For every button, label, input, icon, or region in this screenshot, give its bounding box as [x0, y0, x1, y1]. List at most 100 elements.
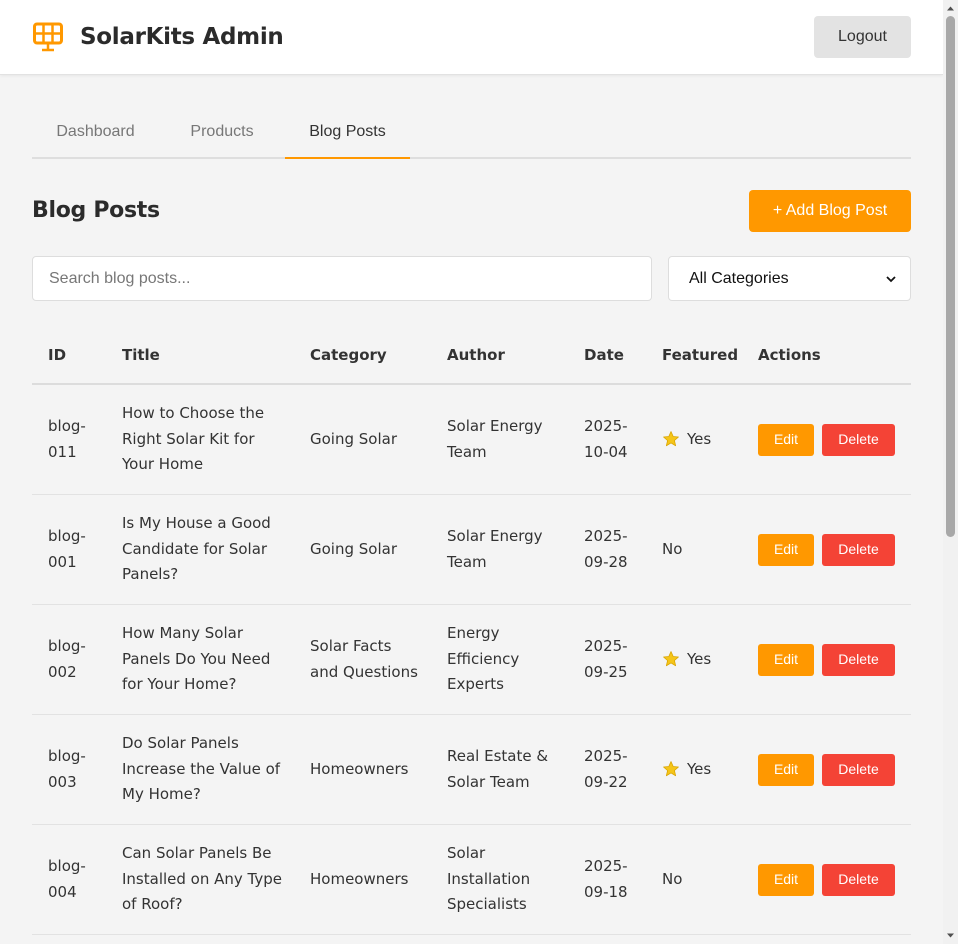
featured-value: Yes: [687, 649, 712, 668]
category-select[interactable]: All Categories: [668, 256, 911, 301]
post-date-cell: 2025- 10-04: [584, 385, 634, 494]
post-id-line: 011: [48, 442, 77, 461]
post-author-cell: Solar Energy Team: [447, 385, 567, 494]
post-id-cell: blog- 003: [48, 715, 98, 824]
post-author-cell: Solar Energy Team: [447, 495, 567, 604]
add-blog-post-button[interactable]: + Add Blog Post: [749, 190, 911, 232]
post-id-line: blog-: [48, 857, 86, 875]
post-title-line: How to Choose the: [122, 404, 265, 423]
table-header: ID Title Category Author Date Featured A…: [32, 327, 911, 385]
delete-button[interactable]: Delete: [822, 423, 895, 456]
post-title-line: Your Home: [122, 455, 204, 474]
post-author-line: Experts: [447, 675, 504, 694]
post-date-line: 10-04: [584, 442, 628, 461]
logout-button[interactable]: Logout: [814, 16, 911, 58]
post-category-cell: Homeowners: [310, 715, 435, 824]
post-author-line: Specialists: [447, 895, 527, 914]
featured-value: No: [662, 869, 683, 888]
column-header-actions: Actions: [758, 346, 821, 364]
post-date-cell: 2025- 09-25: [584, 605, 634, 714]
post-date-line: 09-28: [584, 552, 628, 571]
post-title-cell: Can Solar Panels Be Installed on Any Type…: [122, 825, 292, 934]
edit-button[interactable]: Edit: [758, 533, 814, 566]
post-id-cell: blog- 011: [48, 385, 98, 494]
post-title-cell: How Many Solar Panels Do You Need for Your…: [122, 605, 292, 714]
post-title-line: Panels?: [122, 565, 179, 584]
post-title-cell: Is My House a Good Candidate for Solar Pan…: [122, 495, 292, 604]
post-date-line: 2025-: [584, 857, 628, 875]
post-id-line: blog-: [48, 417, 86, 435]
page-title: Blog Posts: [32, 198, 160, 223]
post-title-line: Candidate for Solar: [122, 539, 268, 558]
tab-blog-posts[interactable]: Blog Posts: [285, 106, 410, 159]
post-id-line: 004: [48, 882, 77, 901]
post-title-line: Do Solar Panels: [122, 734, 239, 753]
post-category-cell: Homeowners: [310, 825, 435, 934]
actions-cell: Edit Delete: [758, 715, 908, 824]
scroll-up-arrow-icon[interactable]: [946, 4, 955, 13]
vertical-scrollbar[interactable]: [943, 0, 958, 944]
chevron-down-icon: [886, 275, 896, 282]
post-date-line: 09-22: [584, 772, 628, 791]
table-row: blog- 001 Is My House a Good Candidate for …: [32, 495, 911, 605]
column-header-date: Date: [584, 346, 624, 364]
blog-posts-table: ID Title Category Author Date Featured A…: [32, 327, 911, 935]
post-title-line: Installed on Any Type: [122, 869, 282, 888]
post-author-cell: Energy Efficiency Experts: [447, 605, 567, 714]
table-row: blog- 002 How Many Solar Panels Do You Need…: [32, 605, 911, 715]
post-category-line: Solar Facts: [310, 637, 392, 655]
edit-button[interactable]: Edit: [758, 643, 814, 676]
delete-button[interactable]: Delete: [822, 643, 895, 676]
featured-cell: No: [662, 495, 752, 604]
tab-products[interactable]: Products: [159, 106, 285, 157]
post-date-line: 09-25: [584, 662, 628, 681]
post-category-line: Going Solar: [310, 429, 397, 448]
tab-dashboard[interactable]: Dashboard: [32, 106, 159, 157]
edit-button[interactable]: Edit: [758, 863, 814, 896]
category-select-value: All Categories: [689, 269, 789, 287]
app-title: SolarKits Admin: [80, 24, 284, 50]
post-date-line: 2025-: [584, 417, 628, 435]
table-row: blog- 003 Do Solar Panels Increase the Valu…: [32, 715, 911, 825]
star-icon: [663, 760, 679, 776]
actions-cell: Edit Delete: [758, 495, 908, 604]
post-category-line: Homeowners: [310, 759, 409, 778]
scroll-down-arrow-icon[interactable]: [946, 931, 955, 940]
column-header-author: Author: [447, 346, 505, 364]
featured-value: Yes: [687, 759, 712, 778]
post-id-cell: blog- 001: [48, 495, 98, 604]
delete-button[interactable]: Delete: [822, 533, 895, 566]
post-date-line: 2025-: [584, 637, 628, 655]
post-id-line: blog-: [48, 747, 86, 765]
scroll-thumb[interactable]: [946, 16, 955, 537]
featured-cell: No: [662, 825, 752, 934]
post-title-line: Right Solar Kit for: [122, 429, 255, 448]
post-id-cell: blog- 002: [48, 605, 98, 714]
post-date-line: 2025-: [584, 527, 628, 545]
post-date-line: 09-18: [584, 882, 628, 901]
post-category-line: and Questions: [310, 662, 418, 681]
edit-button[interactable]: Edit: [758, 753, 814, 786]
post-id-cell: blog- 004: [48, 825, 98, 934]
column-header-title: Title: [122, 346, 160, 364]
post-author-line: Solar Energy: [447, 417, 543, 435]
post-title-line: Increase the Value of: [122, 759, 281, 778]
featured-cell: Yes: [662, 605, 752, 714]
post-author-cell: Real Estate & Solar Team: [447, 715, 567, 824]
star-icon: [663, 430, 679, 446]
delete-button[interactable]: Delete: [822, 863, 895, 896]
delete-button[interactable]: Delete: [822, 753, 895, 786]
actions-cell: Edit Delete: [758, 385, 908, 494]
post-title-line: My Home?: [122, 785, 201, 804]
featured-cell: Yes: [662, 715, 752, 824]
post-author-cell: Solar Installation Specialists: [447, 825, 567, 934]
edit-button[interactable]: Edit: [758, 423, 814, 456]
post-title-cell: Do Solar Panels Increase the Value of My H…: [122, 715, 292, 824]
post-date-cell: 2025- 09-28: [584, 495, 634, 604]
search-input[interactable]: [32, 256, 652, 301]
post-id-line: blog-: [48, 637, 86, 655]
post-author-line: Energy: [447, 624, 500, 643]
post-category-line: Going Solar: [310, 539, 397, 558]
post-author-line: Installation: [447, 869, 531, 888]
star-icon: [663, 650, 679, 666]
